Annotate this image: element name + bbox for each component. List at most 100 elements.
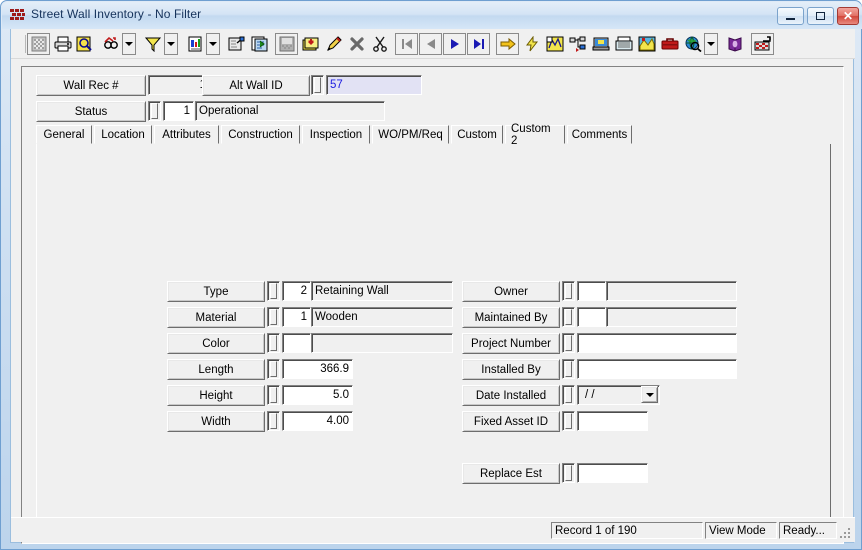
owner-code-input[interactable] [577,281,606,301]
type-lookup-button[interactable] [267,281,280,301]
minimize-button[interactable] [777,7,804,25]
tab-general[interactable]: General [36,125,92,144]
toolbox-icon[interactable] [658,33,681,55]
maintained-by-lookup-button[interactable] [562,307,575,327]
replace-est-lookup-button[interactable] [562,463,575,483]
tab-attributes[interactable]: Attributes [154,125,219,144]
quick-action-icon[interactable] [520,33,543,55]
maximize-button[interactable] [807,7,834,25]
wall-rec-label[interactable]: Wall Rec # [36,75,146,96]
field-label-color[interactable]: Color [167,333,265,354]
tree-view-icon[interactable] [566,33,589,55]
fixed-asset-id-lookup-button[interactable] [562,411,575,431]
length-input[interactable]: 366.9 [282,359,353,379]
project-number-input[interactable] [577,333,737,353]
previous-record-icon[interactable] [419,33,442,55]
workstation-icon[interactable] [589,33,612,55]
add-record-icon[interactable] [299,33,322,55]
tab-wo-pm-req[interactable]: WO/PM/Req [372,125,449,144]
alt-wall-id-label[interactable]: Alt Wall ID [202,75,310,96]
installed-by-lookup-button[interactable] [562,359,575,379]
print-icon[interactable] [51,33,74,55]
new-record-icon[interactable] [27,33,50,55]
wall-rec-value[interactable]: 1 [148,75,210,95]
status-lookup-button[interactable] [148,101,161,121]
field-label-date-installed[interactable]: Date Installed [462,385,560,406]
tab-construction[interactable]: Construction [221,125,300,144]
type-description[interactable]: Retaining Wall [311,281,453,301]
material-description[interactable]: Wooden [311,307,453,327]
field-label-width[interactable]: Width [167,411,265,432]
report-dropdown-arrow[interactable] [206,33,220,55]
gis-icon[interactable] [635,33,658,55]
edit-record-icon[interactable] [225,33,248,55]
close-button[interactable]: ✕ [837,7,859,25]
find-icon[interactable] [99,33,122,55]
width-input[interactable]: 4.00 [282,411,353,431]
owner-description[interactable] [606,281,737,301]
tab-inspection[interactable]: Inspection [302,125,370,144]
filter-icon[interactable] [141,33,164,55]
alt-wall-id-lookup-button[interactable] [311,75,324,95]
field-label-length[interactable]: Length [167,359,265,380]
delete-record-icon[interactable] [345,33,368,55]
maintained-by-description[interactable] [606,307,737,327]
field-label-replace-est[interactable]: Replace Est [462,463,560,484]
find-dropdown-arrow[interactable] [122,33,136,55]
first-record-icon[interactable] [395,33,418,55]
installed-by-input[interactable] [577,359,737,379]
field-label-material[interactable]: Material [167,307,265,328]
material-code-input[interactable]: 1 [282,307,311,327]
status-code-input[interactable]: 1 [163,101,194,121]
edit-pencil-icon[interactable] [322,33,345,55]
report-icon[interactable] [183,33,206,55]
copy-record-icon[interactable] [248,33,271,55]
fixed-asset-id-input[interactable] [577,411,648,431]
tab-comments[interactable]: Comments [567,125,632,144]
color-code-input[interactable] [282,333,311,353]
color-description[interactable] [311,333,453,353]
save-icon[interactable] [275,33,298,55]
exit-icon[interactable] [751,33,774,55]
width-lookup-button[interactable] [267,411,280,431]
field-label-maintained-by[interactable]: Maintained By [462,307,560,328]
cut-icon[interactable] [368,33,391,55]
help-book-icon[interactable] [723,33,746,55]
tab-custom[interactable]: Custom [451,125,503,144]
date-installed-dropdown-button[interactable] [641,386,658,403]
type-code-input[interactable]: 2 [282,281,311,301]
map-icon[interactable] [543,33,566,55]
fax-icon[interactable] [612,33,635,55]
field-label-height[interactable]: Height [167,385,265,406]
material-lookup-button[interactable] [267,307,280,327]
title-bar[interactable]: Street Wall Inventory - No Filter ✕ [2,2,862,29]
replace-est-input[interactable] [577,463,648,483]
field-label-owner[interactable]: Owner [462,281,560,302]
status-label[interactable]: Status [36,101,146,122]
tab-location[interactable]: Location [94,125,152,144]
resize-grip-icon[interactable] [838,526,852,540]
web-search-icon[interactable] [681,33,704,55]
height-input[interactable]: 5.0 [282,385,353,405]
filter-dropdown-arrow[interactable] [164,33,178,55]
goto-icon[interactable] [496,33,519,55]
project-number-lookup-button[interactable] [562,333,575,353]
field-label-type[interactable]: Type [167,281,265,302]
web-dropdown-arrow[interactable] [704,33,718,55]
alt-wall-id-input[interactable]: 57 [326,75,422,95]
owner-lookup-button[interactable] [562,281,575,301]
date-installed-lookup-button[interactable] [562,385,575,405]
print-preview-icon[interactable] [73,33,96,55]
last-record-icon[interactable] [467,33,490,55]
field-label-project-number[interactable]: Project Number [462,333,560,354]
height-lookup-button[interactable] [267,385,280,405]
tab-custom-2[interactable]: Custom 2 [505,123,565,147]
length-lookup-button[interactable] [267,359,280,379]
maintained-by-code-input[interactable] [577,307,606,327]
field-label-installed-by[interactable]: Installed By [462,359,560,380]
next-record-icon[interactable] [443,33,466,55]
tab-label: Attributes [162,128,211,141]
field-label-fixed-asset-id[interactable]: Fixed Asset ID [462,411,560,432]
color-lookup-button[interactable] [267,333,280,353]
status-description[interactable]: Operational [195,101,385,121]
